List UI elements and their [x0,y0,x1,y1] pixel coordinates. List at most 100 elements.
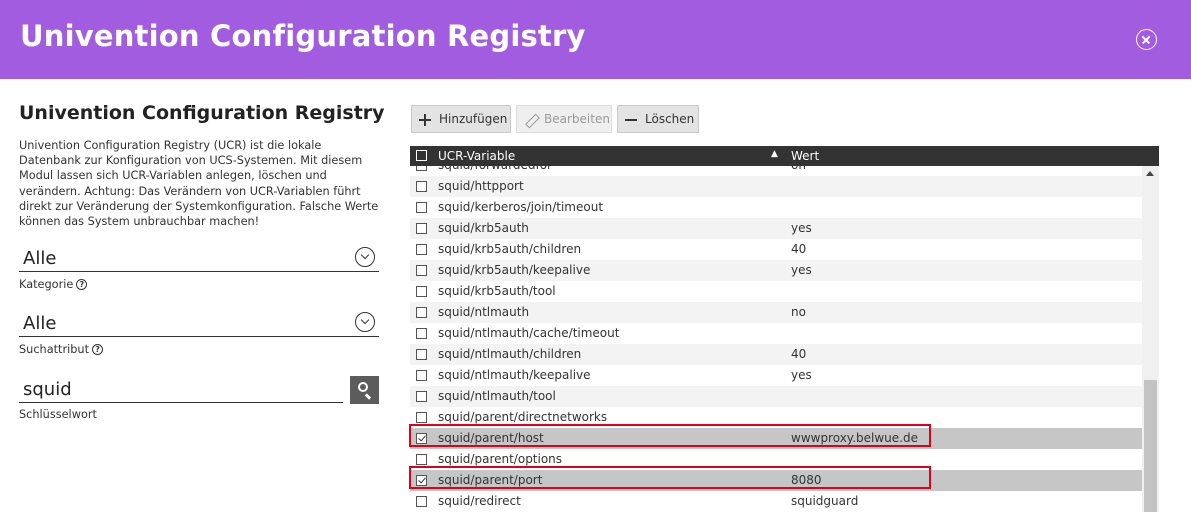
row-value: no [791,305,806,319]
delete-button[interactable]: Löschen [617,105,699,133]
search-icon [358,382,368,392]
edit-button[interactable]: Bearbeiten [516,105,612,133]
row-variable: squid/ntlmauth [438,305,530,319]
keyword-label: Schlüsselwort [19,408,97,421]
table-row[interactable]: squid/parent/port 8080 [410,470,1142,491]
row-variable: squid/krb5auth/keepalive [438,263,591,277]
grid-body: squid/forwardedfor on squid/httpport squid/… [410,166,1142,512]
column-header-value[interactable]: Wert [791,149,819,163]
row-checkbox[interactable] [416,223,427,234]
row-checkbox[interactable] [416,454,427,465]
row-value: wwwproxy.belwue.de [791,431,918,445]
table-row[interactable]: squid/parent/host wwwproxy.belwue.de [410,428,1142,449]
table-row[interactable]: squid/krb5auth yes [410,218,1142,239]
grid-scrollbar[interactable] [1142,166,1159,512]
row-variable: squid/parent/host [438,431,544,445]
row-variable: squid/parent/directnetworks [438,410,608,424]
table-row[interactable]: squid/parent/options [410,449,1142,470]
row-variable: squid/krb5auth/tool [438,284,556,298]
sort-ascending-icon[interactable]: ▲ [771,149,778,159]
search-attribute-select[interactable]: Alle [19,311,379,337]
row-value: 40 [791,242,807,256]
delete-button-label: Löschen [645,112,695,126]
scroll-up-icon[interactable] [1146,171,1154,176]
row-variable: squid/ntlmauth/cache/timeout [438,326,620,340]
add-button-label: Hinzufügen [439,112,508,126]
grid-header: UCR-Variable ▲ Wert [410,146,1159,166]
row-variable: squid/forwardedfor [438,166,552,172]
row-value: on [791,166,806,172]
row-checkbox[interactable] [416,496,427,507]
select-all-checkbox[interactable] [416,150,427,161]
row-checkbox[interactable] [416,433,427,444]
category-label-text: Kategorie [19,278,74,291]
table-row[interactable]: squid/httpport [410,176,1142,197]
module-header: Univention Configuration Registry [0,0,1191,79]
row-variable: squid/ntlmauth/tool [438,389,556,403]
category-value: Alle [23,248,57,269]
row-variable: squid/ntlmauth/children [438,347,582,361]
row-checkbox[interactable] [416,286,427,297]
search-attribute-value: Alle [23,313,57,334]
table-row[interactable]: squid/krb5auth/keepalive yes [410,260,1142,281]
row-checkbox[interactable] [416,328,427,339]
sidebar-title: Univention Configuration Registry [19,102,385,124]
row-value: 40 [791,347,807,361]
row-variable: squid/kerberos/join/timeout [438,200,604,214]
chevron-down-icon[interactable] [355,247,375,267]
row-checkbox[interactable] [416,244,427,255]
scroll-thumb[interactable] [1144,380,1157,512]
row-checkbox[interactable] [416,370,427,381]
table-row[interactable]: squid/forwardedfor on [410,166,1142,176]
pencil-icon [524,114,536,126]
add-button[interactable]: Hinzufügen [411,105,511,133]
close-icon[interactable] [1136,29,1157,50]
row-checkbox[interactable] [416,265,427,276]
chevron-down-icon[interactable] [355,312,375,332]
search-icon-handle [365,393,372,400]
search-attribute-label-text: Suchattribut [19,343,90,356]
category-select[interactable]: Alle [19,246,379,272]
row-checkbox[interactable] [416,412,427,423]
table-row[interactable]: squid/krb5auth/children 40 [410,239,1142,260]
table-row[interactable]: squid/redirect squidguard [410,491,1142,512]
sidebar-description: Univention Configuration Registry (UCR) … [19,139,379,229]
row-checkbox[interactable] [416,391,427,402]
search-attribute-label: Suchattribut? [19,343,104,356]
row-value: 8080 [791,473,822,487]
column-header-variable[interactable]: UCR-Variable [438,149,515,163]
row-value: yes [791,368,812,382]
row-checkbox[interactable] [416,349,427,360]
table-row[interactable]: squid/ntlmauth/children 40 [410,344,1142,365]
keyword-input[interactable] [19,376,343,403]
table-row[interactable]: squid/parent/directnetworks [410,407,1142,428]
minus-icon [625,114,637,126]
help-icon[interactable]: ? [76,279,88,290]
row-value: squidguard [791,494,859,508]
table-row[interactable]: squid/krb5auth/tool [410,281,1142,302]
module-title: Univention Configuration Registry [20,19,586,53]
row-variable: squid/httpport [438,179,524,193]
row-value: yes [791,221,812,235]
row-checkbox[interactable] [416,166,427,171]
table-row[interactable]: squid/ntlmauth no [410,302,1142,323]
row-variable: squid/parent/port [438,473,543,487]
help-icon[interactable]: ? [92,344,104,355]
table-row[interactable]: squid/kerberos/join/timeout [410,197,1142,218]
row-checkbox[interactable] [416,475,427,486]
search-button[interactable] [350,376,379,404]
row-checkbox[interactable] [416,181,427,192]
row-checkbox[interactable] [416,202,427,213]
edit-button-label: Bearbeiten [544,112,610,126]
row-variable: squid/parent/options [438,452,563,466]
plus-icon [419,114,431,126]
table-row[interactable]: squid/ntlmauth/tool [410,386,1142,407]
row-variable: squid/redirect [438,494,521,508]
row-value: yes [791,263,812,277]
table-row[interactable]: squid/ntlmauth/keepalive yes [410,365,1142,386]
row-checkbox[interactable] [416,307,427,318]
row-variable: squid/krb5auth [438,221,529,235]
row-variable: squid/ntlmauth/keepalive [438,368,591,382]
category-label: Kategorie? [19,278,88,291]
table-row[interactable]: squid/ntlmauth/cache/timeout [410,323,1142,344]
